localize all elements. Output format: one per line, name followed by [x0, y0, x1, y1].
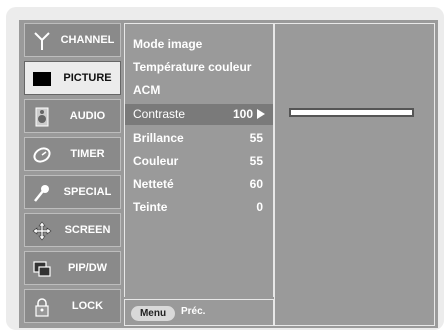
submenu-item-contraste[interactable]: Contraste 100 [125, 104, 273, 125]
speaker-icon [31, 106, 53, 128]
menu-item-label: PIP/DW [67, 262, 108, 274]
arrow-right-icon [257, 109, 265, 119]
menu-item-picture[interactable]: PICTURE [24, 61, 121, 95]
adjustment-panel [274, 23, 435, 326]
submenu-item-name: ACM [133, 83, 161, 97]
osd-screen: CHANNEL PICTURE AUDIO TIMER SPECIAL SCRE… [19, 20, 438, 328]
submenu-item-value: 100 [232, 107, 253, 121]
submenu-item-name: Brillance [133, 131, 184, 145]
menu-item-label: CHANNEL [60, 34, 115, 46]
slider-fill [291, 110, 412, 115]
submenu-item-mode-image[interactable]: Mode image [125, 34, 273, 55]
submenu-item-value: 55 [249, 154, 263, 168]
menu-item-label: SPECIAL [63, 186, 112, 198]
menu-item-label: AUDIO [69, 110, 106, 122]
submenu-item-nettete[interactable]: Netteté 60 [125, 174, 273, 195]
contrast-slider[interactable] [289, 108, 414, 117]
submenu-item-name: Teinte [133, 200, 168, 214]
menu-item-label: PICTURE [63, 72, 112, 84]
move-arrows-icon [31, 220, 53, 242]
submenu-item-acm[interactable]: ACM [125, 80, 273, 101]
menu-item-audio[interactable]: AUDIO [24, 99, 121, 133]
menu-item-label: SCREEN [64, 224, 111, 236]
pip-icon [31, 258, 53, 280]
menu-item-label: LOCK [71, 300, 104, 312]
submenu-item-name: Couleur [133, 154, 179, 168]
menu-item-pipdw[interactable]: PIP/DW [24, 251, 121, 285]
submenu-item-brillance[interactable]: Brillance 55 [125, 128, 273, 149]
submenu-item-name: Contraste [133, 107, 186, 121]
picture-submenu: Mode image Température couleur ACM Contr… [124, 23, 274, 297]
previous-label: Préc. [181, 306, 206, 317]
clock-icon [31, 144, 53, 166]
menu-item-label: TIMER [70, 148, 105, 160]
submenu-item-temperature-couleur[interactable]: Température couleur [125, 57, 273, 78]
padlock-icon [31, 296, 53, 318]
submenu-item-name: Netteté [133, 177, 174, 191]
menu-item-special[interactable]: SPECIAL [24, 175, 121, 209]
menu-item-screen[interactable]: SCREEN [24, 213, 121, 247]
submenu-item-name: Mode image [133, 37, 203, 51]
key-icon [31, 182, 53, 204]
menu-button[interactable]: Menu [131, 306, 175, 321]
antenna-icon [31, 30, 53, 52]
menu-item-lock[interactable]: LOCK [24, 289, 121, 323]
submenu-item-value: 55 [249, 131, 263, 145]
submenu-item-name: Température couleur [133, 60, 252, 74]
submenu-item-value: 60 [249, 177, 263, 191]
picture-icon [31, 68, 53, 90]
footer-bar: Menu Préc. [124, 299, 274, 326]
submenu-item-value: 0 [256, 200, 263, 214]
submenu-item-teinte[interactable]: Teinte 0 [125, 197, 273, 218]
submenu-item-couleur[interactable]: Couleur 55 [125, 151, 273, 172]
menu-item-timer[interactable]: TIMER [24, 137, 121, 171]
menu-item-channel[interactable]: CHANNEL [24, 23, 121, 57]
